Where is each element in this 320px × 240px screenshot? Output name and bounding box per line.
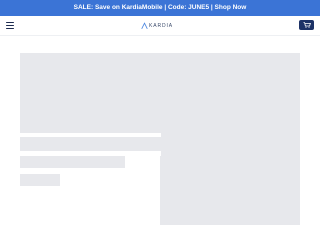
placeholder-gap — [20, 133, 161, 137]
cart-icon — [303, 22, 311, 28]
button-placeholder — [20, 174, 60, 186]
subtitle-placeholder — [20, 156, 125, 168]
site-header: KARDIA — [0, 16, 320, 36]
cart-button[interactable] — [299, 20, 314, 30]
hamburger-line — [6, 28, 14, 30]
brand-name: KARDIA — [149, 23, 174, 29]
menu-button[interactable] — [5, 21, 16, 30]
title-placeholder — [20, 139, 160, 151]
promo-banner-text[interactable]: SALE: Save on KardiaMobile | Code: JUNE5… — [74, 4, 247, 11]
hamburger-menu-icon — [6, 22, 14, 24]
brand-logo[interactable]: KARDIA — [141, 21, 173, 31]
logo-mark-icon — [141, 22, 148, 29]
hamburger-line — [6, 25, 14, 27]
promo-banner[interactable]: SALE: Save on KardiaMobile | Code: JUNE5… — [0, 0, 320, 16]
placeholder-gap — [125, 151, 160, 169]
